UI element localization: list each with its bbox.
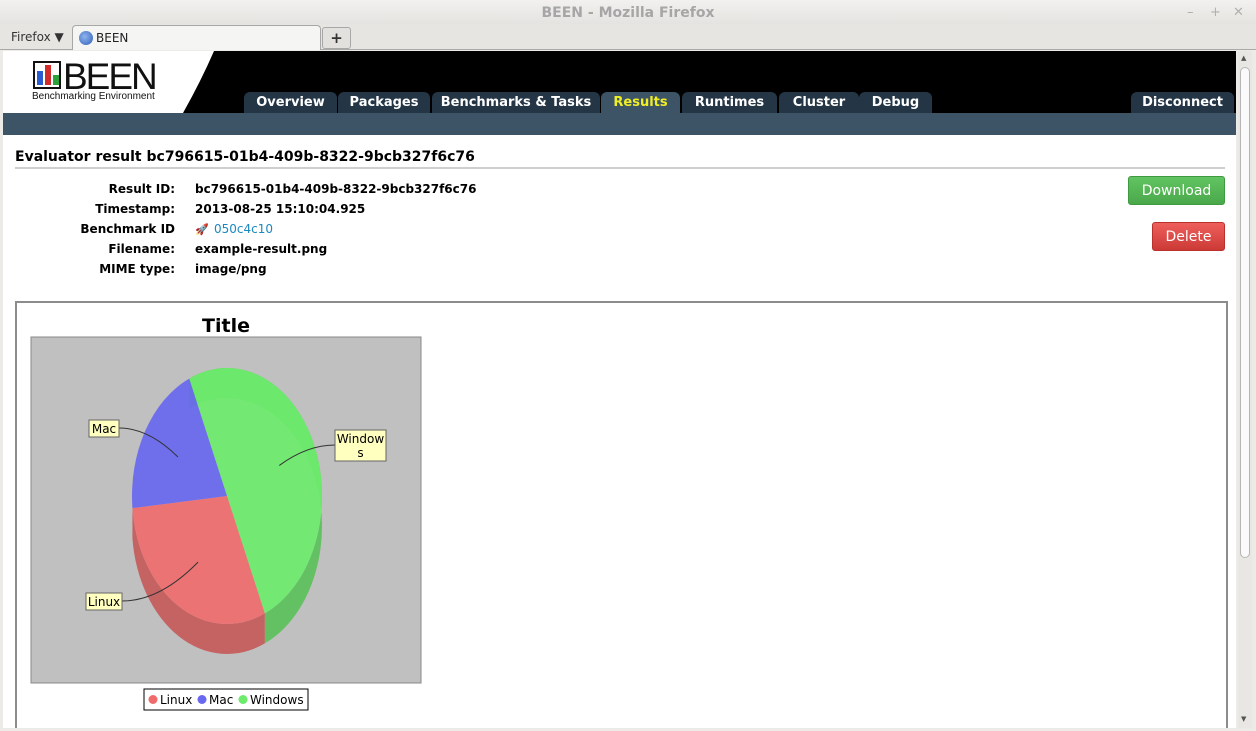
result-image-frame: Title Linux Mac Window s Linux Mac Windows: [15, 301, 1228, 728]
benchmark-id-value: 🚀 050c4c10: [195, 222, 273, 236]
filename-value: example-result.png: [195, 242, 328, 256]
been-logo-icon: [33, 61, 61, 89]
timestamp-value: 2013-08-25 15:10:04.925: [195, 202, 366, 216]
legend-label-linux: Linux: [160, 693, 192, 707]
tab-cluster[interactable]: Cluster: [779, 92, 859, 113]
app-header: BEEN Benchmarking Environment Overview P…: [3, 51, 1236, 113]
logo-subtitle: Benchmarking Environment: [32, 91, 155, 102]
tab-results[interactable]: Results: [601, 92, 680, 113]
result-id-value: bc796615-01b4-409b-8322-9bcb327f6c76: [195, 182, 477, 196]
subnav-bar: [3, 113, 1236, 135]
scroll-up-icon[interactable]: ▲: [1241, 54, 1246, 62]
slice-label-linux: Linux: [88, 595, 120, 609]
scrollbar-thumb[interactable]: [1240, 67, 1250, 558]
rocket-icon: 🚀: [195, 223, 209, 236]
minimize-icon[interactable]: –: [1187, 5, 1194, 20]
firefox-menu[interactable]: Firefox ▼: [11, 30, 64, 44]
slice-label-windows-line2: s: [357, 446, 363, 460]
title-divider: [15, 167, 1225, 169]
tab-runtimes[interactable]: Runtimes: [682, 92, 777, 113]
pie-chart: Title Linux Mac Windows Linux Mac Windows: [30, 315, 422, 711]
tab-benchmarks-tasks[interactable]: Benchmarks & Tasks: [432, 92, 600, 113]
tab-debug[interactable]: Debug: [859, 92, 932, 113]
slice-label-windows-line1: Window: [337, 432, 385, 446]
delete-button[interactable]: Delete: [1152, 222, 1225, 251]
mime-type-value: image/png: [195, 262, 267, 276]
slice-label-mac: Mac: [92, 422, 116, 436]
tab-overview[interactable]: Overview: [244, 92, 337, 113]
legend-dot-linux: [148, 695, 158, 704]
new-tab-button[interactable]: +: [322, 27, 351, 49]
page-title: Evaluator result bc796615-01b4-409b-8322…: [15, 149, 475, 165]
close-icon[interactable]: ✕: [1233, 5, 1244, 20]
page-scrollbar[interactable]: ▲ ▼: [1238, 51, 1252, 728]
legend-label-windows: Windows: [250, 693, 304, 707]
favicon-icon: [79, 31, 93, 45]
legend-dot-mac: [197, 695, 207, 704]
legend-dot-windows: [238, 695, 248, 704]
chart-title: Title: [202, 315, 250, 337]
browser-tab-label: BEEN: [96, 31, 129, 45]
mime-type-label: MIME type:: [99, 262, 175, 276]
download-button[interactable]: Download: [1128, 176, 1225, 205]
disconnect-button[interactable]: Disconnect: [1131, 92, 1234, 113]
browser-tab-been[interactable]: BEEN: [72, 25, 321, 50]
benchmark-id-link[interactable]: 050c4c10: [214, 222, 273, 236]
maximize-icon[interactable]: +: [1210, 5, 1221, 20]
legend-label-mac: Mac: [209, 693, 233, 707]
filename-label: Filename:: [108, 242, 175, 256]
tab-packages[interactable]: Packages: [338, 92, 430, 113]
result-id-label: Result ID:: [108, 182, 175, 196]
browser-tabstrip: Firefox ▼ BEEN +: [0, 24, 1256, 50]
scroll-down-icon[interactable]: ▼: [1241, 715, 1246, 723]
window-title: BEEN - Mozilla Firefox: [541, 5, 715, 21]
benchmark-id-label: Benchmark ID: [80, 222, 175, 236]
window-titlebar: BEEN - Mozilla Firefox – + ✕: [0, 0, 1256, 26]
timestamp-label: Timestamp:: [95, 202, 175, 216]
page-viewport: BEEN Benchmarking Environment Overview P…: [3, 51, 1236, 728]
